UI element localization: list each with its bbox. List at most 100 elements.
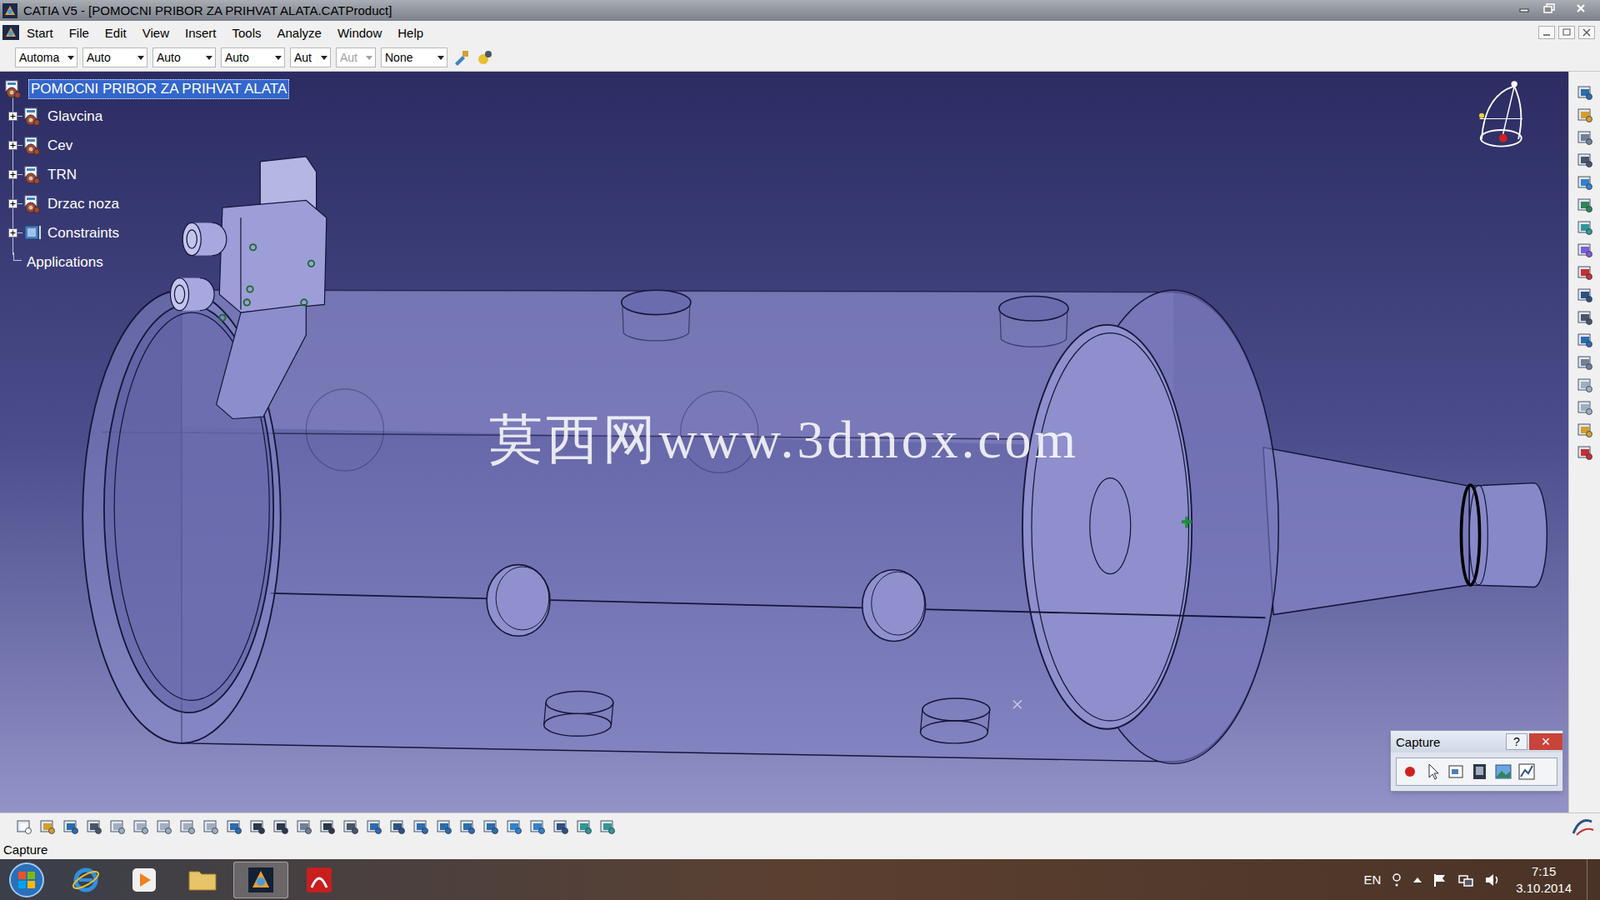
expander-icon[interactable] xyxy=(8,140,18,150)
show-desktop-button[interactable] xyxy=(1586,859,1599,900)
tray-help-icon[interactable] xyxy=(1390,872,1403,888)
tool-icon[interactable] xyxy=(365,817,384,836)
expander-icon[interactable] xyxy=(8,199,18,209)
tree-item[interactable]: Constraints xyxy=(3,218,290,248)
minimize-button[interactable] xyxy=(1511,0,1537,17)
menu-item[interactable]: Tools xyxy=(228,26,265,40)
taskbar-app[interactable] xyxy=(175,861,230,899)
capture-close-button[interactable]: × xyxy=(1529,733,1563,750)
tool-icon[interactable] xyxy=(85,817,104,836)
tool-icon[interactable] xyxy=(505,817,524,836)
menu-item[interactable]: Analyze xyxy=(274,26,325,40)
tree-item-label[interactable]: TRN xyxy=(45,167,79,182)
taskbar-app[interactable] xyxy=(291,861,347,899)
show-hidden-icon[interactable] xyxy=(1412,875,1423,885)
tool-icon[interactable] xyxy=(1575,308,1595,327)
tool-icon[interactable] xyxy=(341,817,360,836)
style-dropdown[interactable]: Auto xyxy=(220,47,285,68)
tool-icon[interactable] xyxy=(1575,443,1595,462)
tool-icon[interactable] xyxy=(1575,353,1595,372)
tree-item[interactable]: Cev xyxy=(3,130,290,160)
tool-icon[interactable] xyxy=(248,817,267,836)
style-dropdown[interactable]: Auto xyxy=(82,47,148,68)
tree-item-label[interactable]: Applications xyxy=(25,255,105,270)
tool-icon[interactable] xyxy=(38,817,57,836)
tool-icon[interactable] xyxy=(318,817,337,836)
tool-icon[interactable] xyxy=(1575,398,1595,417)
expander-icon[interactable] xyxy=(8,228,18,238)
tool-icon[interactable] xyxy=(1575,375,1595,395)
clock[interactable]: 7:153.10.2014 xyxy=(1510,863,1577,897)
style-dropdown[interactable]: Automa xyxy=(15,47,78,68)
menu-item[interactable]: Help xyxy=(394,26,427,40)
tool-icon[interactable] xyxy=(1575,420,1595,440)
tool-icon[interactable] xyxy=(15,817,34,836)
mdi-restore-icon[interactable] xyxy=(1558,25,1575,40)
record-icon[interactable] xyxy=(1400,761,1420,782)
tool-icon[interactable] xyxy=(528,817,547,836)
tool-icon[interactable] xyxy=(1575,218,1595,237)
chart-icon[interactable] xyxy=(1516,761,1537,782)
help-button[interactable]: ? xyxy=(1505,733,1528,750)
tool-icon[interactable] xyxy=(458,817,477,836)
tool-icon[interactable] xyxy=(1575,285,1595,305)
taskbar-app[interactable] xyxy=(116,861,172,899)
capture-options-icon[interactable] xyxy=(1446,761,1467,782)
tree-item[interactable]: Drzac noza xyxy=(3,189,290,219)
tool-icon[interactable] xyxy=(225,817,244,836)
mdi-close-icon[interactable] xyxy=(1578,25,1595,40)
tool-icon[interactable] xyxy=(1575,173,1595,192)
select-icon[interactable] xyxy=(1423,761,1444,782)
tool-icon[interactable] xyxy=(575,817,594,836)
image-icon[interactable] xyxy=(1493,761,1514,782)
tree-item[interactable]: Applications xyxy=(3,247,290,277)
style-dropdown[interactable]: None xyxy=(380,47,448,68)
tool-icon[interactable] xyxy=(435,817,454,836)
tool-icon[interactable] xyxy=(1575,330,1595,350)
action-center-flag-icon[interactable] xyxy=(1432,872,1448,888)
tool-icon[interactable] xyxy=(201,817,220,836)
expander-icon[interactable] xyxy=(8,170,18,180)
style-dropdown[interactable]: Auto xyxy=(152,47,216,68)
painter-icon[interactable] xyxy=(452,48,471,67)
tool-icon[interactable] xyxy=(61,817,80,836)
tool-icon[interactable] xyxy=(131,817,150,836)
tool-icon[interactable] xyxy=(178,817,197,836)
menu-item[interactable]: Window xyxy=(334,26,385,40)
tool-icon[interactable] xyxy=(411,817,430,836)
taskbar-app[interactable] xyxy=(58,861,114,899)
close-window-button[interactable] xyxy=(1561,0,1600,17)
menu-item[interactable]: Insert xyxy=(181,26,220,40)
tool-icon[interactable] xyxy=(481,817,500,836)
tool-icon[interactable] xyxy=(1575,195,1595,215)
language-indicator[interactable]: EN xyxy=(1363,873,1381,886)
properties-icon[interactable] xyxy=(475,48,495,67)
menu-item[interactable]: Start xyxy=(23,26,57,40)
tool-icon[interactable] xyxy=(271,817,290,836)
3d-viewport[interactable]: POMOCNI PRIBOR ZA PRIHVAT ALATAGlavcinaC… xyxy=(0,71,1569,813)
album-icon[interactable] xyxy=(1470,761,1490,782)
tool-icon[interactable] xyxy=(1575,240,1595,260)
menu-item[interactable]: View xyxy=(139,26,173,40)
tool-icon[interactable] xyxy=(1575,263,1595,282)
expander-icon[interactable] xyxy=(8,111,18,121)
mdi-minimize-icon[interactable] xyxy=(1538,25,1555,40)
taskbar-app[interactable] xyxy=(233,861,289,899)
tree-item-label[interactable]: Drzac noza xyxy=(45,196,121,211)
capture-title-bar[interactable]: Capture?× xyxy=(1390,730,1563,753)
tool-icon[interactable] xyxy=(551,817,570,836)
tool-icon[interactable] xyxy=(155,817,174,836)
tool-icon[interactable] xyxy=(388,817,407,836)
menu-item[interactable]: Edit xyxy=(101,26,130,40)
tree-root[interactable]: POMOCNI PRIBOR ZA PRIHVAT ALATA xyxy=(3,76,290,102)
tree-item-label[interactable]: Cev xyxy=(45,138,75,153)
style-dropdown[interactable]: Aut xyxy=(290,47,331,68)
maximize-button[interactable] xyxy=(1536,0,1562,17)
volume-icon[interactable] xyxy=(1484,872,1501,888)
assembly-model[interactable] xyxy=(0,71,1569,813)
tool-icon[interactable] xyxy=(1575,150,1595,170)
capture-toolbar[interactable]: Capture?× xyxy=(1390,730,1564,792)
tree-root-label[interactable]: POMOCNI PRIBOR ZA PRIHVAT ALATA xyxy=(28,79,290,100)
tool-icon[interactable] xyxy=(108,817,127,836)
tool-icon[interactable] xyxy=(1575,83,1595,102)
